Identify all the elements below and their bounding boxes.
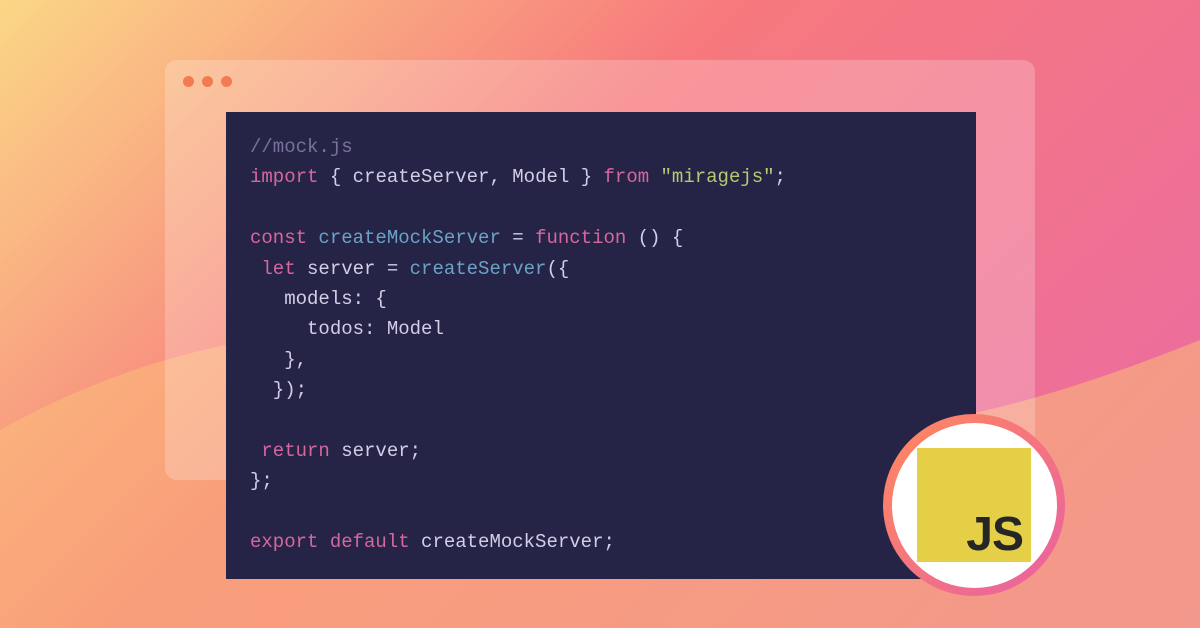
code-kw-import: import <box>250 166 318 188</box>
traffic-light-green-icon <box>221 76 232 87</box>
code-editor: //mock.js import { createServer, Model }… <box>226 112 976 579</box>
traffic-light-yellow-icon <box>202 76 213 87</box>
js-logo-badge: JS <box>883 414 1065 596</box>
code-comment: //mock.js <box>250 136 353 158</box>
js-logo-badge-inner: JS <box>892 423 1057 588</box>
js-logo-text: JS <box>966 507 1023 562</box>
js-logo-icon: JS <box>917 448 1031 562</box>
window-traffic-lights <box>183 76 1017 87</box>
traffic-light-red-icon <box>183 76 194 87</box>
